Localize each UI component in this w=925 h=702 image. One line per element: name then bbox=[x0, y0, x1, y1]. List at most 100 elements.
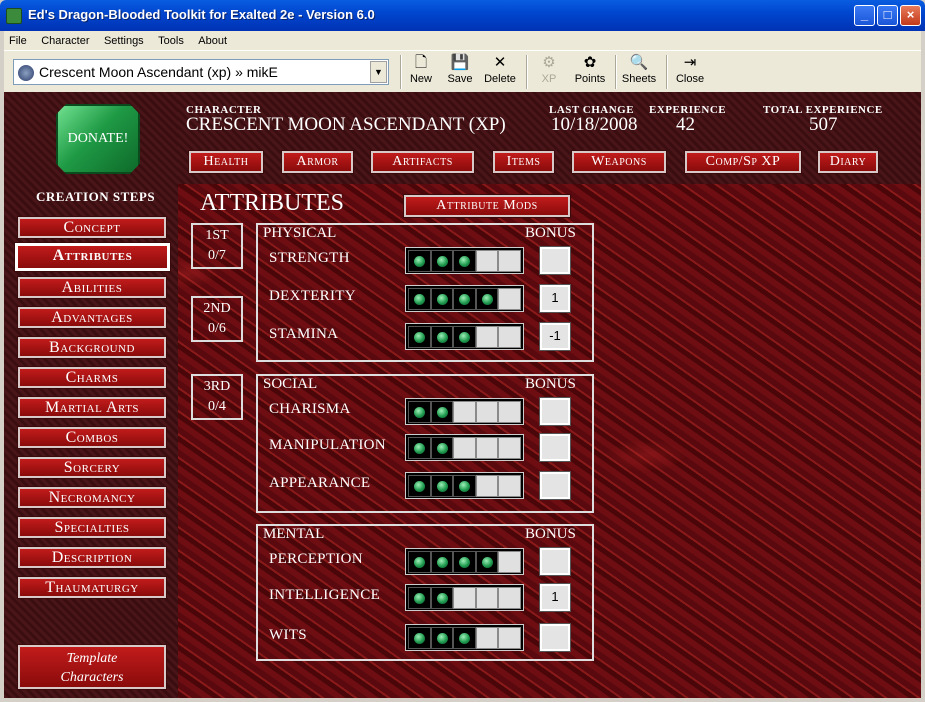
step-martial-arts[interactable]: Martial Arts bbox=[17, 396, 167, 419]
step-attributes[interactable]: Attributes bbox=[14, 242, 171, 272]
filled-dot-icon[interactable] bbox=[430, 587, 454, 609]
empty-dot[interactable] bbox=[453, 401, 476, 423]
empty-dot[interactable] bbox=[498, 437, 521, 459]
bonus-field-dexterity[interactable]: 1 bbox=[539, 284, 571, 313]
step-thaumaturgy[interactable]: Thaumaturgy bbox=[17, 576, 167, 599]
menu-tools[interactable]: Tools bbox=[153, 33, 189, 47]
points-button[interactable]: ✿ Points bbox=[572, 53, 608, 91]
close-button[interactable]: ⇥ Close bbox=[674, 53, 706, 91]
empty-dot[interactable] bbox=[475, 326, 499, 348]
filled-dot-icon[interactable] bbox=[430, 437, 454, 459]
xp-button[interactable]: ⚙ XP bbox=[536, 53, 562, 91]
tab-items[interactable]: Items bbox=[492, 150, 555, 174]
filled-dot-icon[interactable] bbox=[408, 587, 431, 609]
attribute-name: CHARISMA bbox=[269, 401, 351, 417]
filled-dot-icon[interactable] bbox=[430, 250, 454, 272]
empty-dot[interactable] bbox=[475, 587, 499, 609]
step-combos[interactable]: Combos bbox=[17, 426, 167, 449]
filled-dot-icon[interactable] bbox=[430, 401, 454, 423]
filled-dot-icon[interactable] bbox=[408, 437, 431, 459]
empty-dot[interactable] bbox=[475, 437, 499, 459]
empty-dot[interactable] bbox=[498, 401, 521, 423]
step-charms[interactable]: Charms bbox=[17, 366, 167, 389]
donate-button[interactable]: DONATE! bbox=[56, 104, 140, 174]
filled-dot-icon[interactable] bbox=[408, 250, 431, 272]
empty-dot[interactable] bbox=[475, 250, 499, 272]
step-abilities[interactable]: Abilities bbox=[17, 276, 167, 299]
toolbar-separator bbox=[615, 55, 617, 89]
tab-comp-sp-xp[interactable]: Comp/Sp XP bbox=[684, 150, 802, 174]
filled-dot-icon[interactable] bbox=[408, 288, 431, 310]
step-advantages[interactable]: Advantages bbox=[17, 306, 167, 329]
bonus-field-charisma[interactable] bbox=[539, 397, 571, 426]
filled-dot-icon[interactable] bbox=[430, 326, 454, 348]
filled-dot-icon[interactable] bbox=[430, 475, 454, 497]
filled-dot-icon[interactable] bbox=[430, 288, 454, 310]
close-window-button[interactable]: × bbox=[900, 5, 921, 26]
bonus-field-stamina[interactable]: -1 bbox=[539, 322, 571, 351]
filled-dot-icon[interactable] bbox=[453, 627, 476, 649]
empty-dot[interactable] bbox=[475, 401, 499, 423]
save-label: Save bbox=[447, 73, 473, 85]
step-background[interactable]: Background bbox=[17, 336, 167, 359]
bonus-field-intelligence[interactable]: 1 bbox=[539, 583, 571, 612]
filled-dot-icon[interactable] bbox=[475, 551, 499, 573]
bonus-field-strength[interactable] bbox=[539, 246, 571, 275]
filled-dot-icon[interactable] bbox=[453, 475, 476, 497]
empty-dot[interactable] bbox=[498, 551, 521, 573]
empty-dot[interactable] bbox=[498, 288, 521, 310]
step-sorcery[interactable]: Sorcery bbox=[17, 456, 167, 479]
maximize-button[interactable]: □ bbox=[877, 5, 898, 26]
tab-armor[interactable]: Armor bbox=[281, 150, 354, 174]
filled-dot-icon[interactable] bbox=[408, 627, 431, 649]
bonus-field-manipulation[interactable] bbox=[539, 433, 571, 462]
template-characters-button[interactable]: Template Characters bbox=[17, 644, 167, 690]
character-select[interactable]: Crescent Moon Ascendant (xp) » mikE ▼ bbox=[13, 59, 389, 85]
delete-button[interactable]: ✕ Delete bbox=[482, 53, 518, 91]
filled-dot-icon[interactable] bbox=[475, 288, 499, 310]
filled-dot-icon[interactable] bbox=[408, 475, 431, 497]
menu-about[interactable]: About bbox=[193, 33, 232, 47]
save-button[interactable]: 💾 Save bbox=[444, 53, 476, 91]
filled-dot-icon[interactable] bbox=[408, 326, 431, 348]
minimize-button[interactable]: _ bbox=[854, 5, 875, 26]
filled-dot-icon[interactable] bbox=[408, 551, 431, 573]
tab-artifacts[interactable]: Artifacts bbox=[370, 150, 475, 174]
step-specialties[interactable]: Specialties bbox=[17, 516, 167, 539]
filled-dot-icon[interactable] bbox=[430, 551, 454, 573]
empty-dot[interactable] bbox=[475, 475, 499, 497]
sidebar bbox=[4, 92, 178, 698]
tab-health[interactable]: Health bbox=[188, 150, 264, 174]
empty-dot[interactable] bbox=[498, 475, 521, 497]
empty-dot[interactable] bbox=[475, 627, 499, 649]
filled-dot-icon[interactable] bbox=[453, 250, 476, 272]
filled-dot-icon[interactable] bbox=[453, 326, 476, 348]
bonus-field-perception[interactable] bbox=[539, 547, 571, 576]
empty-dot[interactable] bbox=[498, 250, 521, 272]
empty-dot[interactable] bbox=[498, 587, 521, 609]
step-description[interactable]: Description bbox=[17, 546, 167, 569]
sheets-button[interactable]: 🔍 Sheets bbox=[621, 53, 657, 91]
empty-dot[interactable] bbox=[453, 437, 476, 459]
empty-dot[interactable] bbox=[498, 627, 521, 649]
menu-character[interactable]: Character bbox=[36, 33, 94, 47]
filled-dot-icon[interactable] bbox=[408, 401, 431, 423]
bonus-field-appearance[interactable] bbox=[539, 471, 571, 500]
tab-diary[interactable]: Diary bbox=[817, 150, 879, 174]
step-necromancy[interactable]: Necromancy bbox=[17, 486, 167, 509]
tab-weapons[interactable]: Weapons bbox=[571, 150, 667, 174]
menu-file[interactable]: File bbox=[4, 33, 32, 47]
dropdown-arrow-icon[interactable]: ▼ bbox=[370, 61, 387, 83]
experience-value: 42 bbox=[676, 114, 695, 135]
filled-dot-icon[interactable] bbox=[430, 627, 454, 649]
step-concept[interactable]: Concept bbox=[17, 216, 167, 239]
empty-dot[interactable] bbox=[498, 326, 521, 348]
filled-dot-icon[interactable] bbox=[453, 551, 476, 573]
attribute-mods-button[interactable]: Attribute Mods bbox=[403, 194, 571, 218]
toolbar-separator bbox=[526, 55, 528, 89]
bonus-field-wits[interactable] bbox=[539, 623, 571, 652]
new-button[interactable]: 🗋 New bbox=[406, 53, 436, 91]
filled-dot-icon[interactable] bbox=[453, 288, 476, 310]
menu-settings[interactable]: Settings bbox=[99, 33, 149, 47]
empty-dot[interactable] bbox=[453, 587, 476, 609]
